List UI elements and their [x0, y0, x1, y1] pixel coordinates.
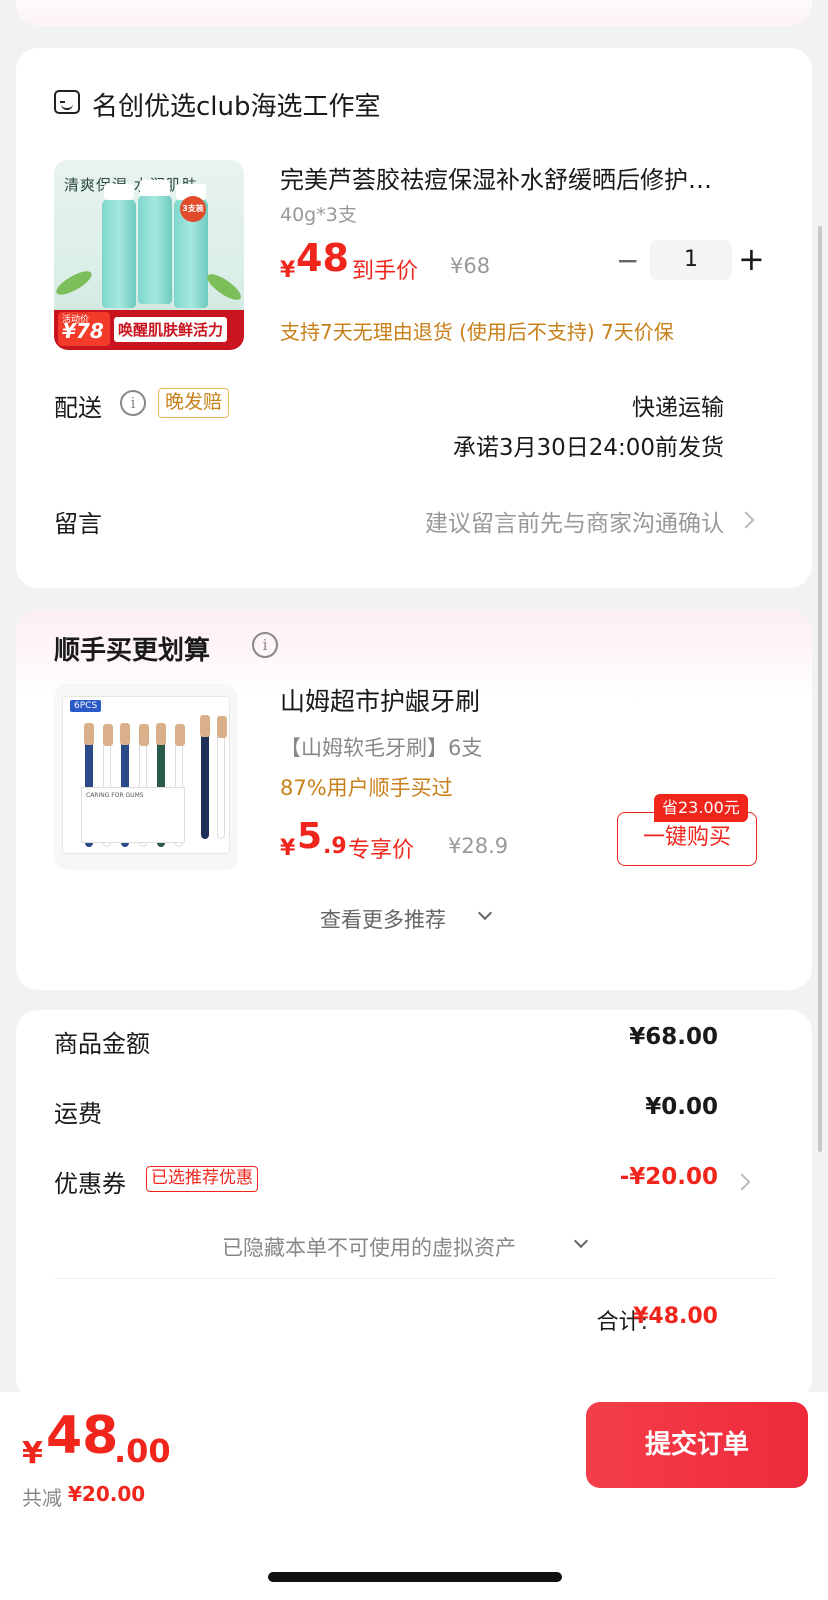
shipping-promise: 承诺3月30日24:00前发货 [452, 435, 724, 461]
addon-product-subtitle: 【山姆软毛牙刷】6支 [280, 736, 483, 760]
goods-amount-label: 商品金额 [54, 1030, 150, 1058]
message-label: 留言 [54, 510, 102, 538]
promo-price-tag: 活动价 ¥78 [58, 312, 110, 346]
final-price: 48 [296, 236, 349, 280]
final-price-label: 到手价 [352, 259, 419, 284]
info-icon[interactable]: i [252, 632, 278, 658]
product-title[interactable]: 完美芦荟胶祛痘保湿补水舒缓晒后修护… [280, 160, 764, 195]
chevron-down-icon[interactable] [477, 905, 493, 921]
footer-discount-value: ¥20.00 [68, 1482, 146, 1506]
toothbrush [217, 716, 227, 839]
chevron-right-icon[interactable] [733, 1173, 751, 1191]
addon-price: 5 [297, 816, 323, 857]
quantity-decrease-button[interactable]: − [616, 244, 639, 277]
home-indicator[interactable] [268, 1572, 562, 1582]
goods-amount-value: ¥68.00 [629, 1024, 718, 1050]
coupon-label: 优惠券 [54, 1170, 126, 1198]
price-currency: ¥ [280, 258, 296, 283]
quantity-input[interactable]: 1 [650, 240, 732, 280]
pack-label-card: CARING FOR GUMS [81, 787, 185, 843]
addon-product-title[interactable]: 山姆超市护龈牙刷 [280, 682, 480, 718]
hidden-assets-toggle[interactable]: 已隐藏本单不可使用的虚拟资产 [222, 1232, 516, 1262]
product-slogan: 唤醒肌肤鲜活力 [114, 317, 228, 342]
shipping-label: 配送 [54, 394, 102, 422]
toothbrush-pack: CARING FOR GUMS [62, 696, 230, 854]
addon-title: 顺手买更划算 [54, 636, 211, 666]
addon-price-label: 专享价 [348, 838, 415, 863]
product-tube [102, 184, 136, 308]
footer-discount-label: 共减 [22, 1486, 62, 1510]
quantity-increase-button[interactable]: + [738, 240, 765, 278]
aloe-leaf [54, 266, 95, 300]
freight-value: ¥0.00 [645, 1094, 718, 1120]
total-value: ¥48.00 [633, 1304, 718, 1329]
coupon-selected-badge: 已选推荐优惠 [146, 1166, 258, 1192]
product-badge: 3支装 [180, 196, 206, 222]
save-amount-badge: 省23.00元 [654, 794, 748, 822]
price-currency: ¥ [280, 836, 296, 861]
addon-popularity: 87%用户顺手买过 [280, 776, 453, 800]
addon-card: 顺手买更划算 i CARING FOR GUMS 6PCS 山姆超市护龈牙刷 【… [16, 610, 812, 990]
message-input[interactable]: 建议留言前先与商家沟通确认 [425, 504, 724, 538]
coupon-value[interactable]: -¥20.00 [620, 1164, 718, 1190]
store-icon [54, 90, 80, 114]
footer-price-integer: 48 [46, 1406, 119, 1466]
return-guarantee: 支持7天无理由退货 (使用后不支持) 7天价保 [280, 320, 674, 344]
original-price: ¥68 [450, 254, 491, 278]
late-compensation-badge: 晚发赔 [158, 388, 230, 418]
more-recommendations-link[interactable]: 查看更多推荐 [320, 904, 446, 934]
footer-price-decimal: .00 [114, 1432, 171, 1470]
store-name[interactable]: 名创优选club海选工作室 [92, 86, 381, 123]
info-icon[interactable]: i [120, 390, 146, 416]
aloe-leaf [203, 269, 244, 305]
price-summary-card: 商品金额 ¥68.00 运费 ¥0.00 优惠券 已选推荐优惠 -¥20.00 … [16, 1010, 812, 1400]
addon-product-image[interactable]: CARING FOR GUMS 6PCS [54, 684, 238, 870]
freight-label: 运费 [54, 1100, 102, 1128]
footer-currency: ¥ [22, 1436, 43, 1471]
divider [54, 1278, 774, 1279]
scrollbar[interactable] [818, 226, 822, 1152]
product-tube [138, 180, 172, 304]
product-spec: 40g*3支 [280, 204, 357, 226]
checkout-bar: ¥ 48 .00 共减 ¥20.00 提交订单 [0, 1392, 828, 1600]
promo-price: ¥78 [62, 319, 104, 343]
addon-price-decimal: .9 [323, 834, 347, 859]
toothbrush [200, 715, 210, 839]
chevron-right-icon[interactable] [737, 511, 755, 529]
order-item-card: 名创优选club海选工作室 清爽保湿 水润肌肤 3支装 活动价 ¥78 唤醒肌肤… [16, 48, 812, 588]
product-image[interactable]: 清爽保湿 水润肌肤 3支装 活动价 ¥78 唤醒肌肤鲜活力 [54, 160, 244, 350]
previous-card-edge [16, 0, 812, 26]
pack-count-badge: 6PCS [70, 700, 102, 712]
shipping-method: 快递运输 [632, 395, 724, 421]
chevron-down-icon[interactable] [573, 1233, 589, 1249]
submit-order-button[interactable]: 提交订单 [586, 1402, 808, 1488]
addon-original-price: ¥28.9 [448, 834, 509, 858]
